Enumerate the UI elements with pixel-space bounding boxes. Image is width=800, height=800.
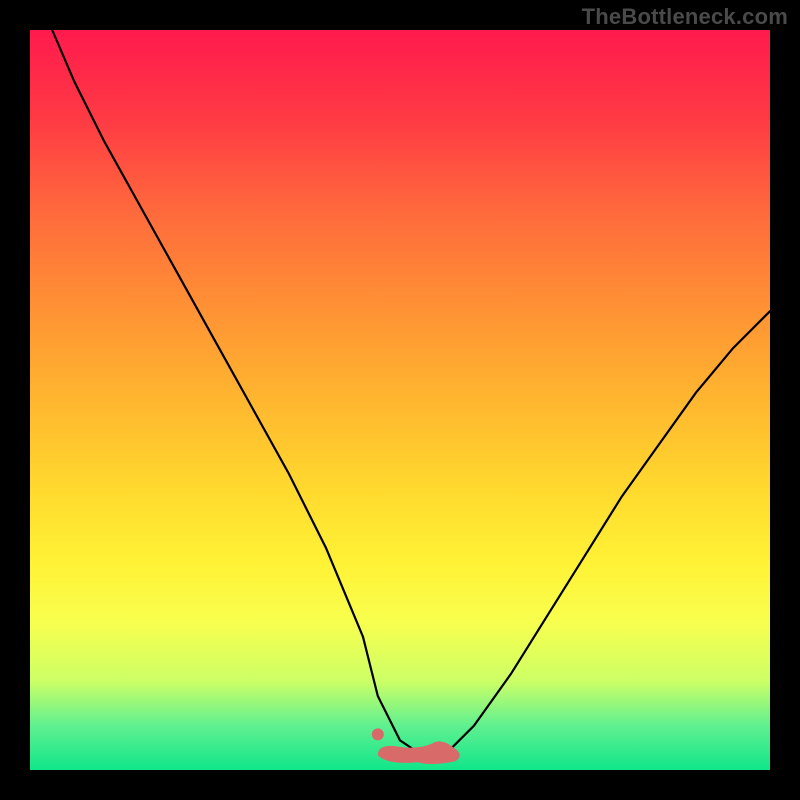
chart-frame: TheBottleneck.com	[0, 0, 800, 800]
flat-minimum-marker	[378, 741, 460, 764]
minimum-dot	[372, 728, 384, 740]
watermark-text: TheBottleneck.com	[582, 4, 788, 30]
chart-overlay	[30, 30, 770, 770]
bottleneck-curve	[52, 30, 770, 755]
